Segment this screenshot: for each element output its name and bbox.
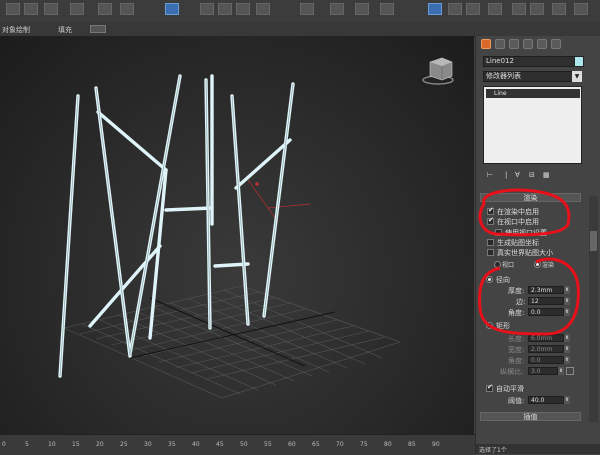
- toolbar-button[interactable]: [44, 3, 58, 15]
- timeline-ruler[interactable]: 0 5 10 15 20 25 30 35 40 45 50 55 60 65 …: [0, 434, 475, 455]
- ribbon-bar: 对象绘制 填充: [0, 22, 600, 37]
- home-grid: [63, 285, 401, 399]
- grid-axis-line: [129, 311, 336, 359]
- toolbar-button[interactable]: [236, 3, 250, 15]
- toolbar-button[interactable]: [218, 3, 232, 15]
- timeline-tick-label: 10: [48, 441, 56, 448]
- toolbar-button[interactable]: [300, 3, 314, 15]
- toolbar-button[interactable]: [574, 3, 588, 15]
- object-paint-label: 对象绘制: [2, 26, 30, 34]
- timeline-tick-label: 5: [25, 441, 29, 448]
- toolbar-button[interactable]: [24, 3, 38, 15]
- timeline-tick-label: 70: [336, 441, 344, 448]
- annotation-circle-radial: [478, 257, 580, 336]
- annotation-circle-checkboxes: [478, 188, 571, 237]
- toolbar-button[interactable]: [6, 3, 20, 15]
- status-area: 选择了1个: [476, 444, 600, 454]
- line012-scaffold[interactable]: [58, 74, 295, 378]
- main-toolbar: [0, 0, 600, 23]
- timeline-tick-label: 50: [240, 441, 248, 448]
- selection-status: 选择了1个: [479, 447, 507, 454]
- toolbar-button[interactable]: [380, 3, 394, 15]
- toolbar-button[interactable]: [530, 3, 544, 15]
- toolbar-button[interactable]: [330, 3, 344, 15]
- fill-dropdown[interactable]: [90, 25, 106, 33]
- timeline-tick-label: 15: [72, 441, 80, 448]
- timeline-tick-label: 45: [216, 441, 224, 448]
- timeline-tick-label: 80: [384, 441, 392, 448]
- viewcube-icon[interactable]: [422, 57, 454, 85]
- toolbar-button-active[interactable]: [165, 3, 179, 15]
- timeline-tick-label: 40: [192, 441, 200, 448]
- timeline-tick-label: 25: [120, 441, 128, 448]
- toolbar-button[interactable]: [70, 3, 84, 15]
- toolbar-button-active[interactable]: [428, 3, 442, 15]
- timeline-tick-label: 55: [264, 441, 272, 448]
- toolbar-button[interactable]: [552, 3, 566, 15]
- toolbar-button[interactable]: [466, 3, 480, 15]
- timeline-tick-label: 90: [432, 441, 440, 448]
- toolbar-button[interactable]: [448, 3, 462, 15]
- toolbar-button[interactable]: [200, 3, 214, 15]
- toolbar-button[interactable]: [256, 3, 270, 15]
- viewport-scene: [58, 57, 454, 399]
- timeline-tick-label: 60: [288, 441, 296, 448]
- toolbar-button[interactable]: [488, 3, 502, 15]
- timeline-tick-label: 85: [408, 441, 416, 448]
- timeline-ticks: 0 5 10 15 20 25 30 35 40 45 50 55 60 65 …: [0, 435, 475, 455]
- command-panel: Line012 修改器列表 ▼ Line ⊢ | ∀ ⊟ ▦ 渲染 在渲染中启用…: [475, 36, 600, 454]
- timeline-tick-label: 65: [312, 441, 320, 448]
- timeline-tick-label: 0: [2, 441, 6, 448]
- toolbar-button[interactable]: [120, 3, 134, 15]
- timeline-tick-label: 35: [168, 441, 176, 448]
- perspective-viewport[interactable]: [0, 36, 474, 434]
- tube-shading: [59, 75, 294, 377]
- toolbar-button[interactable]: [98, 3, 112, 15]
- timeline-tick-label: 75: [360, 441, 368, 448]
- toolbar-button[interactable]: [355, 3, 369, 15]
- timeline-tick-label: 20: [96, 441, 104, 448]
- fill-label: 填充: [58, 26, 72, 34]
- toolbar-button[interactable]: [512, 3, 526, 15]
- red-annotation-overlay: [478, 188, 580, 336]
- timeline-tick-label: 30: [144, 441, 152, 448]
